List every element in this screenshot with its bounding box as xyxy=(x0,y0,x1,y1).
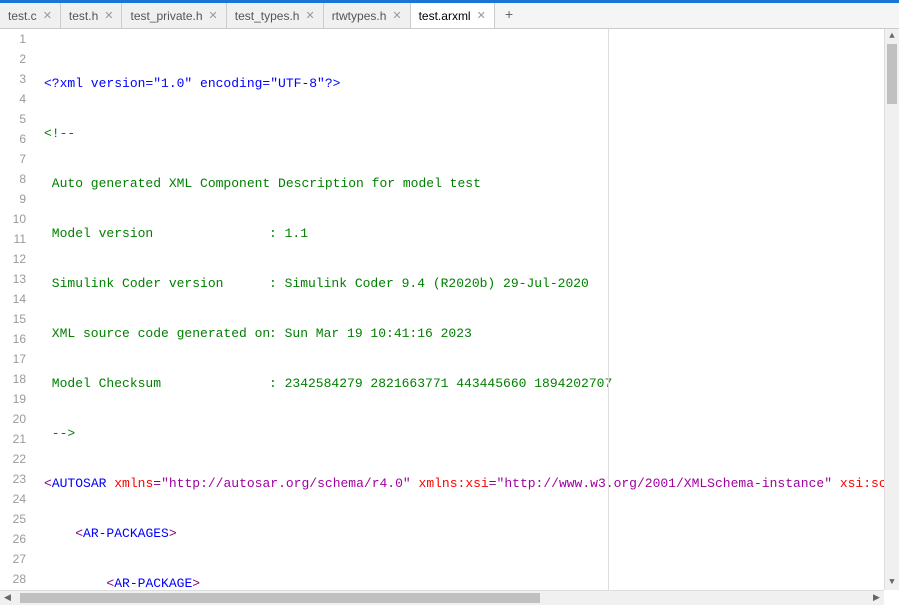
line-number: 14 xyxy=(0,289,26,309)
tab-test-types-h[interactable]: test_types.h✕ xyxy=(227,3,324,28)
close-icon[interactable]: ✕ xyxy=(43,9,52,22)
line-number: 8 xyxy=(0,169,26,189)
close-icon[interactable]: ✕ xyxy=(209,9,218,22)
line-number: 1 xyxy=(0,29,26,49)
line-number: 12 xyxy=(0,249,26,269)
line-gutter: 1234567891011121314151617181920212223242… xyxy=(0,29,34,590)
close-icon[interactable]: ✕ xyxy=(305,9,314,22)
line-number: 16 xyxy=(0,329,26,349)
line-number: 15 xyxy=(0,309,26,329)
line-number: 6 xyxy=(0,129,26,149)
tab-test-c[interactable]: test.c✕ xyxy=(0,3,61,28)
close-icon[interactable]: ✕ xyxy=(104,9,113,22)
line-number: 22 xyxy=(0,449,26,469)
line-number: 3 xyxy=(0,69,26,89)
tab-bar: test.c✕ test.h✕ test_private.h✕ test_typ… xyxy=(0,3,899,29)
scroll-right-icon[interactable]: ▶ xyxy=(869,591,884,606)
line-number: 19 xyxy=(0,389,26,409)
scroll-down-icon[interactable]: ▼ xyxy=(885,575,899,590)
line-number: 4 xyxy=(0,89,26,109)
tab-test-private-h[interactable]: test_private.h✕ xyxy=(122,3,226,28)
scroll-left-icon[interactable]: ◀ xyxy=(0,591,15,606)
horizontal-scroll-thumb[interactable] xyxy=(20,593,540,603)
line-number: 28 xyxy=(0,569,26,589)
line-number: 18 xyxy=(0,369,26,389)
horizontal-scrollbar[interactable]: ◀ ▶ xyxy=(0,590,884,605)
line-number: 10 xyxy=(0,209,26,229)
line-number: 17 xyxy=(0,349,26,369)
add-tab-button[interactable]: + xyxy=(495,3,523,28)
line-number: 11 xyxy=(0,229,26,249)
line-number: 5 xyxy=(0,109,26,129)
ruler-line xyxy=(608,29,609,590)
tab-rtwtypes-h[interactable]: rtwtypes.h✕ xyxy=(324,3,411,28)
line-number: 24 xyxy=(0,489,26,509)
line-number: 23 xyxy=(0,469,26,489)
line-number: 27 xyxy=(0,549,26,569)
line-number: 21 xyxy=(0,429,26,449)
line-number: 2 xyxy=(0,49,26,69)
line-number: 7 xyxy=(0,149,26,169)
vertical-scrollbar[interactable]: ▲ ▼ xyxy=(884,29,899,590)
code-area[interactable]: <?xml version="1.0" encoding="UTF-8"?> <… xyxy=(34,29,899,590)
vertical-scroll-thumb[interactable] xyxy=(887,44,897,104)
scroll-up-icon[interactable]: ▲ xyxy=(885,29,899,44)
line-number: 13 xyxy=(0,269,26,289)
editor[interactable]: 1234567891011121314151617181920212223242… xyxy=(0,29,899,590)
close-icon[interactable]: ✕ xyxy=(392,9,401,22)
close-icon[interactable]: ✕ xyxy=(477,9,486,22)
line-number: 25 xyxy=(0,509,26,529)
tab-test-h[interactable]: test.h✕ xyxy=(61,3,123,28)
line-number: 20 xyxy=(0,409,26,429)
line-number: 9 xyxy=(0,189,26,209)
tab-test-arxml[interactable]: test.arxml✕ xyxy=(411,3,495,28)
line-number: 26 xyxy=(0,529,26,549)
